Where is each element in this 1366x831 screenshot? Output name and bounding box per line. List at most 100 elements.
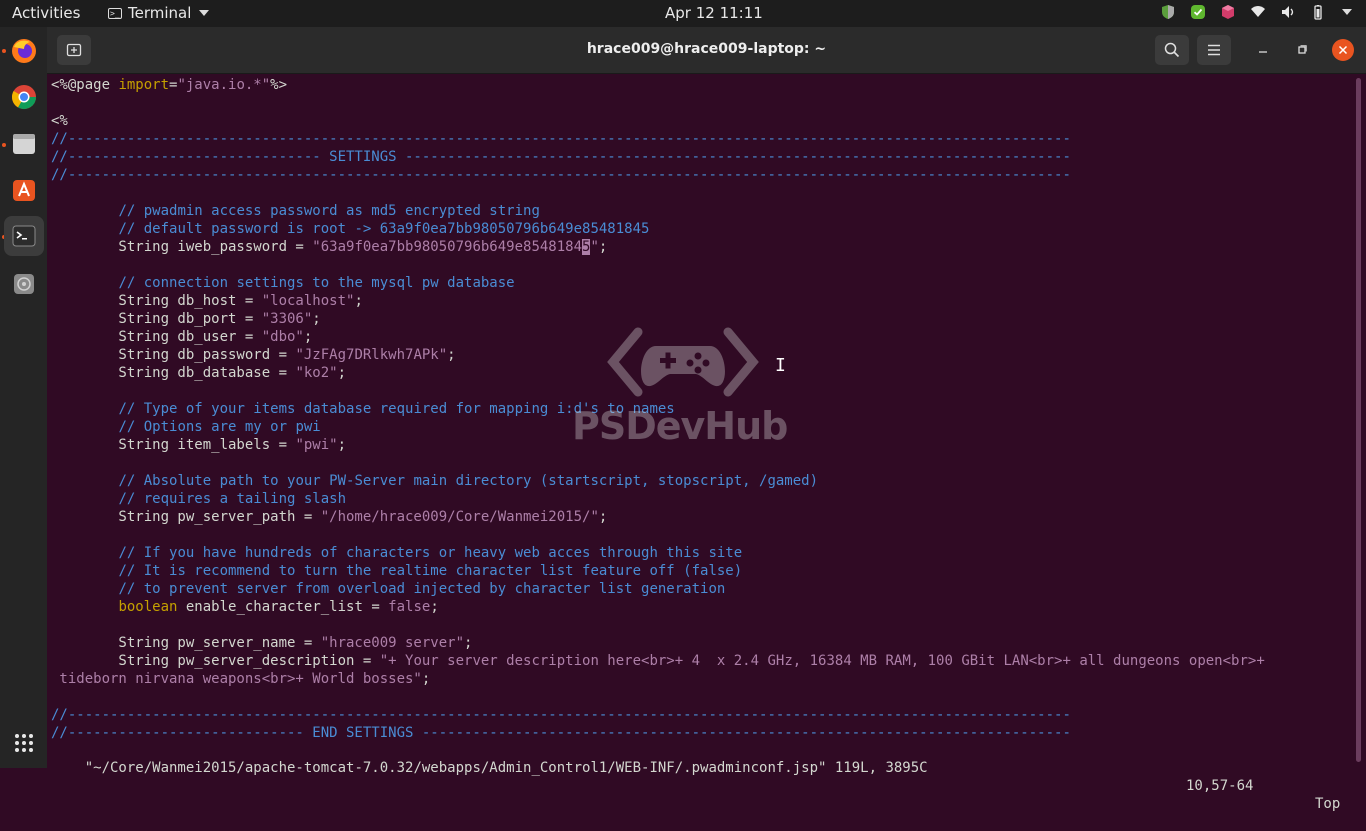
code-token: <%@page xyxy=(51,77,119,93)
dock-disc[interactable] xyxy=(4,264,44,304)
dock-software[interactable] xyxy=(4,170,44,210)
code-token: "hrace009 server" xyxy=(320,635,465,651)
minimize-button[interactable] xyxy=(1254,41,1272,59)
terminal-icon xyxy=(12,225,36,247)
code-token: ; xyxy=(312,311,321,327)
code-token: // Options are my or pwi xyxy=(118,419,321,435)
app-menu[interactable]: >_ Terminal xyxy=(108,4,210,22)
terminal-line: //--------------------------------------… xyxy=(51,166,1351,184)
show-applications-button[interactable] xyxy=(4,723,44,763)
system-menu-chevron-icon[interactable] xyxy=(1342,9,1352,15)
terminal-line: String pw_server_description = "+ Your s… xyxy=(51,652,1351,670)
code-token: String db_host = xyxy=(51,293,262,309)
code-token: //---------------------------- END SETTI… xyxy=(51,725,1071,741)
hamburger-icon xyxy=(1208,44,1220,56)
code-token: ; xyxy=(303,329,313,345)
battery-icon[interactable] xyxy=(1310,4,1326,20)
dock xyxy=(0,27,47,768)
code-token: import xyxy=(118,77,170,93)
chrome-icon xyxy=(11,85,36,110)
search-button[interactable] xyxy=(1155,35,1189,65)
terminal-line: String iweb_password = "63a9f0ea7bb98050… xyxy=(51,238,1351,256)
code-token: ; xyxy=(598,509,608,525)
terminal-window: hrace009@hrace009-laptop: ~ <%@page impo… xyxy=(47,27,1366,812)
terminal-line: String pw_server_path = "/home/hrace009/… xyxy=(51,508,1351,526)
code-token: String db_port = xyxy=(51,311,262,327)
shield-icon[interactable] xyxy=(1160,4,1176,20)
code-token: // Type of your items database required … xyxy=(118,401,675,417)
terminal-line: //--------------------------------------… xyxy=(51,706,1351,724)
code-token: String iweb_password = xyxy=(51,239,313,255)
code-token: //--------------------------------------… xyxy=(51,131,1071,147)
terminal-line: // default password is root -> 63a9f0ea7… xyxy=(51,220,1351,238)
code-token: //--------------------------------------… xyxy=(51,167,1071,183)
header-bar[interactable]: hrace009@hrace009-laptop: ~ xyxy=(47,27,1366,74)
menu-button[interactable] xyxy=(1197,35,1231,65)
code-token: "pwi" xyxy=(295,437,338,453)
code-token: // If you have hundreds of characters or… xyxy=(118,545,743,561)
wifi-icon[interactable] xyxy=(1250,4,1266,20)
volume-icon[interactable] xyxy=(1280,4,1296,20)
terminal-line: String db_password = "JzFAg7DRlkwh7APk"; xyxy=(51,346,1351,364)
terminal-line: tideborn nirvana weapons<br>+ World boss… xyxy=(51,670,1351,688)
cursor-position: 10,57-64 xyxy=(1186,778,1254,794)
code-token: //--------------------------------------… xyxy=(51,707,1071,723)
dock-files[interactable] xyxy=(4,124,44,164)
chevron-down-icon xyxy=(199,10,210,16)
dock-terminal[interactable] xyxy=(4,216,44,256)
code-token: tideborn nirvana weapons<br>+ World boss… xyxy=(51,671,422,687)
dock-chrome[interactable] xyxy=(4,77,44,117)
code-token: // default password is root -> 63a9f0ea7… xyxy=(118,221,650,237)
terminal-line: // It is recommend to turn the realtime … xyxy=(51,562,1351,580)
check-icon[interactable] xyxy=(1190,4,1206,20)
code-token: ; xyxy=(354,293,363,309)
code-token: String item_labels = xyxy=(51,437,296,453)
dock-firefox[interactable] xyxy=(4,31,44,71)
app-menu-label: Terminal xyxy=(128,4,192,22)
code-token: String pw_server_description = xyxy=(51,653,380,669)
terminal-line: String db_database = "ko2"; xyxy=(51,364,1351,382)
code-token: false xyxy=(388,599,431,615)
terminal-line: //------------------------------ SETTING… xyxy=(51,148,1351,166)
terminal-line: //--------------------------------------… xyxy=(51,130,1351,148)
close-button[interactable] xyxy=(1332,39,1354,61)
code-token: "ko2" xyxy=(295,365,338,381)
restore-icon xyxy=(1298,45,1307,54)
cube-icon[interactable] xyxy=(1220,4,1236,20)
code-token: // connection settings to the mysql pw d… xyxy=(118,275,515,291)
clock[interactable]: Apr 12 11:11 xyxy=(665,4,763,22)
terminal-line: boolean enable_character_list = false; xyxy=(51,598,1351,616)
code-token: // to prevent server from overload injec… xyxy=(118,581,726,597)
code-token: String db_user = xyxy=(51,329,262,345)
terminal-line: //---------------------------- END SETTI… xyxy=(51,724,1351,742)
system-tray[interactable] xyxy=(1160,4,1352,20)
activities-button[interactable]: Activities xyxy=(12,4,80,22)
maximize-button[interactable] xyxy=(1293,41,1311,59)
code-token: "63a9f0ea7bb98050796b649e8548184 xyxy=(312,239,583,255)
code-token: "dbo" xyxy=(261,329,304,345)
code-token: "JzFAg7DRlkwh7APk" xyxy=(295,347,448,363)
code-token: "java.io.*" xyxy=(177,77,271,93)
terminal-text-area[interactable]: <%@page import="java.io.*"%> <% //--------… xyxy=(51,76,1351,764)
code-token: ; xyxy=(447,347,456,363)
app-grid-icon xyxy=(15,734,33,752)
code-token: //------------------------------ SETTING… xyxy=(51,149,1071,165)
close-icon xyxy=(1338,45,1348,55)
terminal-line: // requires a tailing slash xyxy=(51,490,1351,508)
code-token: ; xyxy=(421,671,431,687)
terminal-scrollbar[interactable] xyxy=(1356,78,1361,762)
terminal-line: // If you have hundreds of characters or… xyxy=(51,544,1351,562)
